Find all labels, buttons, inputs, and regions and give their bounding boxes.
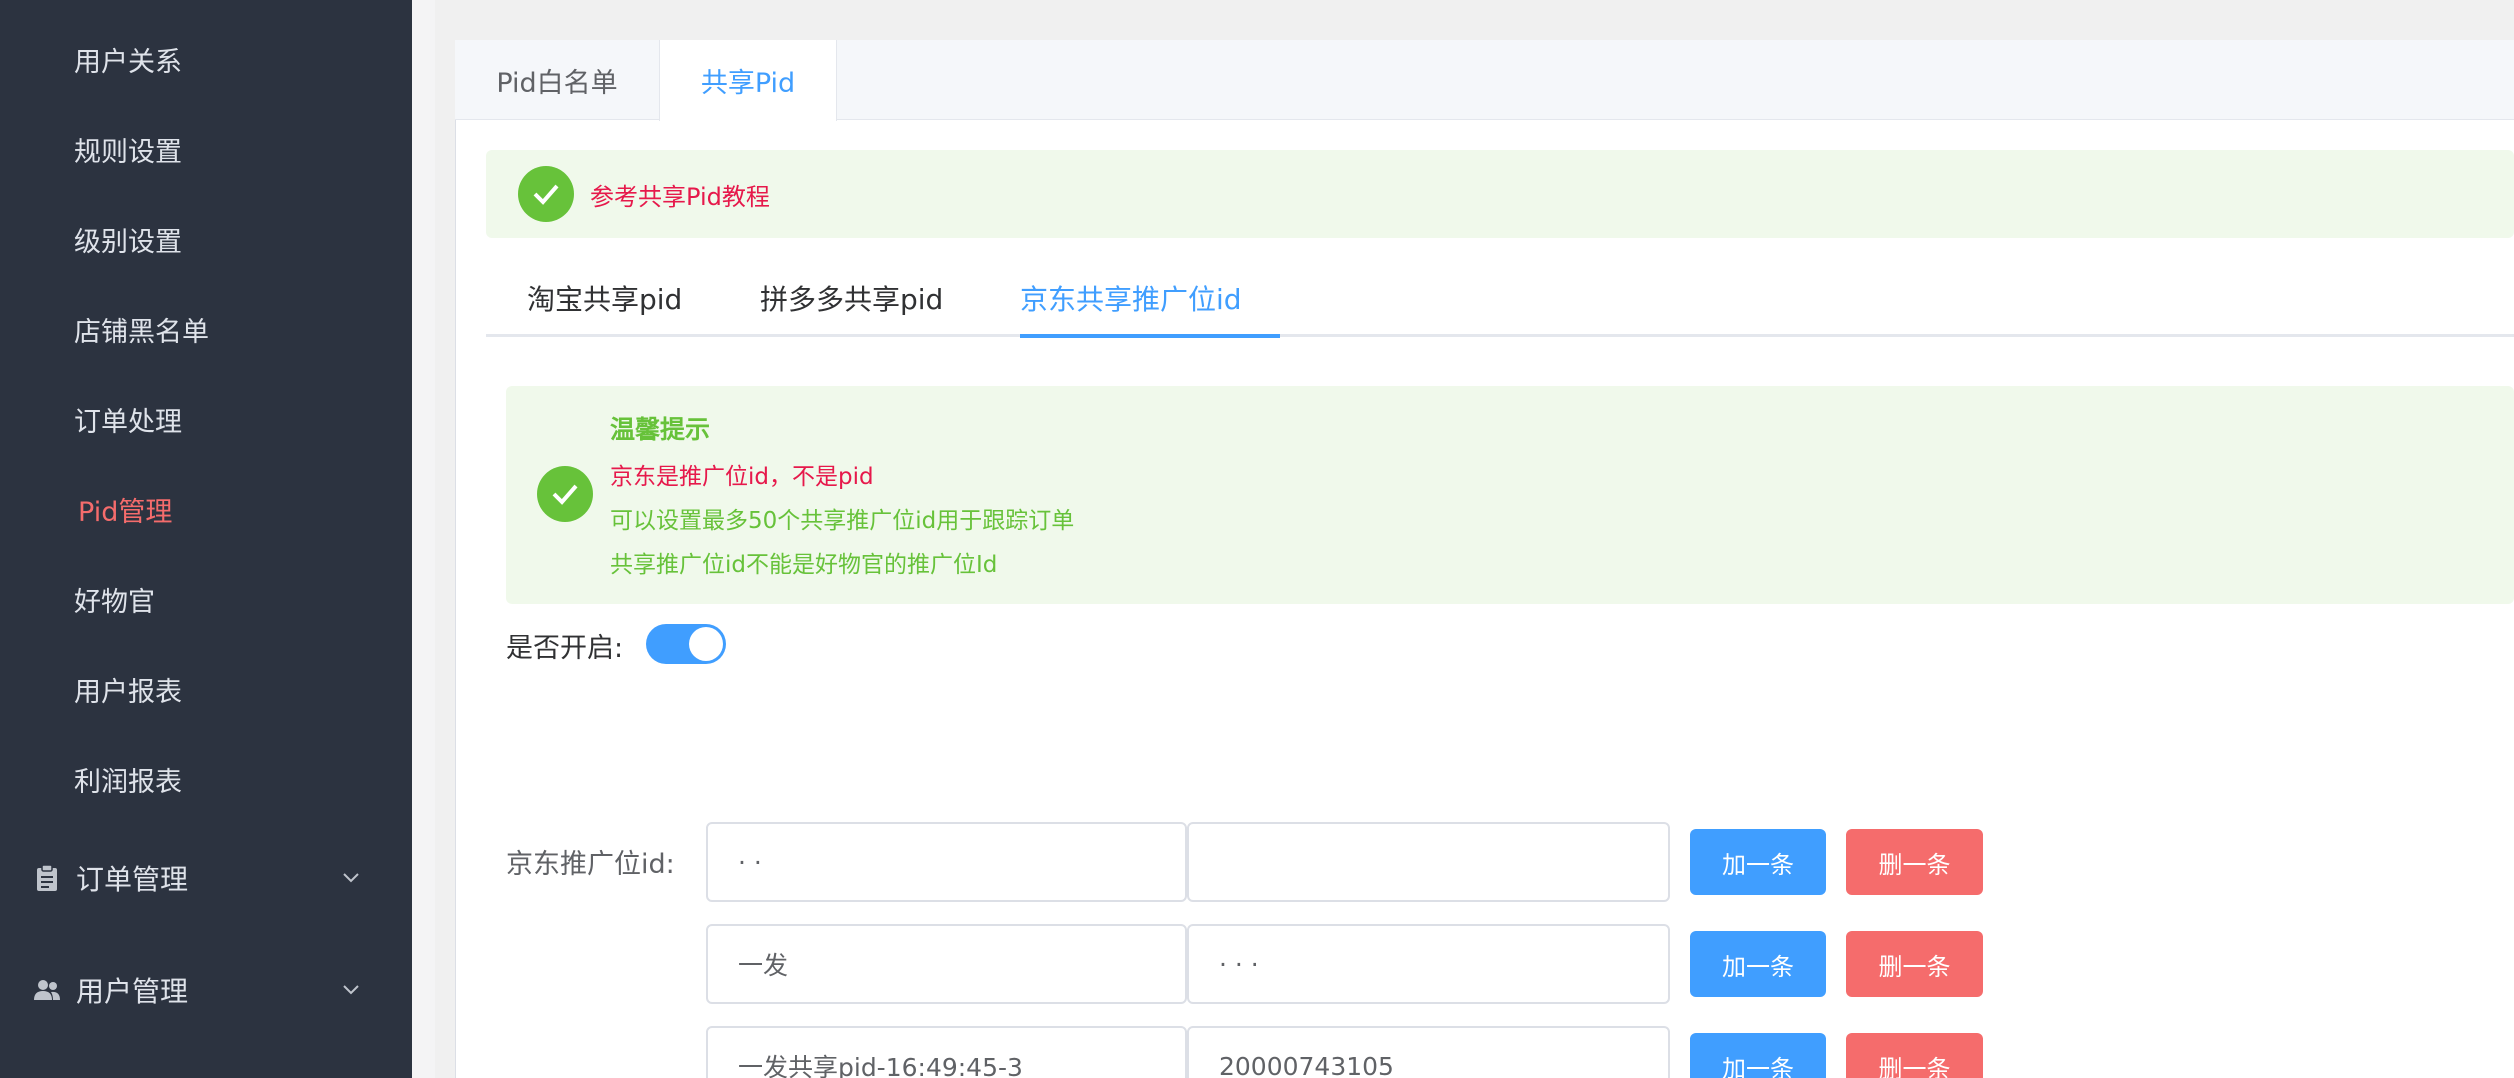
tip-line: 可以设置最多50个共享推广位id用于跟踪订单 bbox=[610, 508, 1075, 534]
sidebar-group-label: 订单管理 bbox=[76, 863, 189, 896]
enable-label: 是否开启: bbox=[506, 633, 624, 664]
add-row-button[interactable]: 加一条 bbox=[1690, 1033, 1826, 1078]
position-name-input[interactable]: 一发共享pid-16:49:45-3 bbox=[706, 1026, 1187, 1078]
tab-pid-whitelist[interactable]: Pid白名单 bbox=[455, 40, 660, 121]
add-row-button[interactable]: 加一条 bbox=[1690, 829, 1826, 895]
position-id-input[interactable] bbox=[1187, 822, 1670, 902]
subtab-taobao-pid[interactable]: 淘宝共享pid bbox=[527, 278, 682, 318]
delete-row-button[interactable]: 删一条 bbox=[1846, 829, 1983, 895]
tip-alert: 温馨提示 京东是推广位id，不是pid 可以设置最多50个共享推广位id用于跟踪… bbox=[506, 386, 2514, 604]
sidebar-item-shop-blacklist[interactable]: 店铺黑名单 bbox=[74, 310, 209, 349]
sidebar-group-label: 用户管理 bbox=[76, 975, 189, 1008]
sidebar-item-user-relations[interactable]: 用户关系 bbox=[74, 40, 182, 79]
add-row-button[interactable]: 加一条 bbox=[1690, 931, 1826, 997]
tip-line: 京东是推广位id，不是pid bbox=[610, 464, 874, 490]
check-circle-icon bbox=[518, 166, 574, 222]
sidebar: 用户关系 规则设置 级别设置 店铺黑名单 订单处理 Pid管理 好物官 用户报表… bbox=[0, 0, 412, 1078]
sidebar-item-user-report[interactable]: 用户报表 bbox=[74, 670, 182, 709]
subtab-pinduoduo-pid[interactable]: 拼多多共享pid bbox=[760, 278, 943, 318]
sidebar-item-pid-management[interactable]: Pid管理 bbox=[78, 490, 172, 529]
tab-shared-pid[interactable]: 共享Pid bbox=[660, 40, 837, 121]
tutorial-alert: 参考共享Pid教程 bbox=[486, 150, 2514, 238]
enable-switch[interactable] bbox=[646, 624, 726, 664]
tip-line: 共享推广位id不能是好物官的推广位Id bbox=[610, 552, 998, 578]
position-name-input[interactable]: 一发 bbox=[706, 924, 1187, 1004]
position-id-input[interactable]: 20000743105 bbox=[1187, 1026, 1670, 1078]
chevron-down-icon bbox=[340, 978, 362, 1000]
sidebar-group-user-management[interactable]: 用户管理 bbox=[32, 960, 362, 1020]
jd-position-id-label: 京东推广位id: bbox=[506, 849, 675, 880]
sidebar-group-order-management[interactable]: 订单管理 bbox=[32, 848, 362, 908]
switch-knob bbox=[689, 627, 723, 661]
top-gutter bbox=[435, 0, 2514, 20]
position-name-input[interactable]: · · bbox=[706, 822, 1187, 902]
check-circle-icon bbox=[537, 466, 593, 522]
tip-title: 温馨提示 bbox=[610, 415, 711, 444]
sidebar-item-profit-report[interactable]: 利润报表 bbox=[74, 760, 182, 799]
delete-row-button[interactable]: 删一条 bbox=[1846, 931, 1983, 997]
sidebar-item-rule-settings[interactable]: 规则设置 bbox=[74, 130, 182, 169]
tutorial-link[interactable]: 参考共享Pid教程 bbox=[590, 177, 770, 212]
main-gutter bbox=[412, 0, 435, 1078]
delete-row-button[interactable]: 删一条 bbox=[1846, 1033, 1983, 1078]
chevron-down-icon bbox=[340, 866, 362, 888]
position-id-input[interactable]: · · · bbox=[1187, 924, 1670, 1004]
clipboard-icon bbox=[32, 863, 62, 893]
subtab-jd-position-id[interactable]: 京东共享推广位id bbox=[1020, 278, 1242, 318]
users-icon bbox=[32, 975, 62, 1005]
subtab-divider bbox=[486, 334, 2514, 337]
sidebar-item-order-processing[interactable]: 订单处理 bbox=[74, 400, 182, 439]
sidebar-item-haowuguan[interactable]: 好物官 bbox=[74, 580, 155, 619]
subtab-active-indicator bbox=[1020, 334, 1280, 338]
sidebar-item-level-settings[interactable]: 级别设置 bbox=[74, 220, 182, 259]
